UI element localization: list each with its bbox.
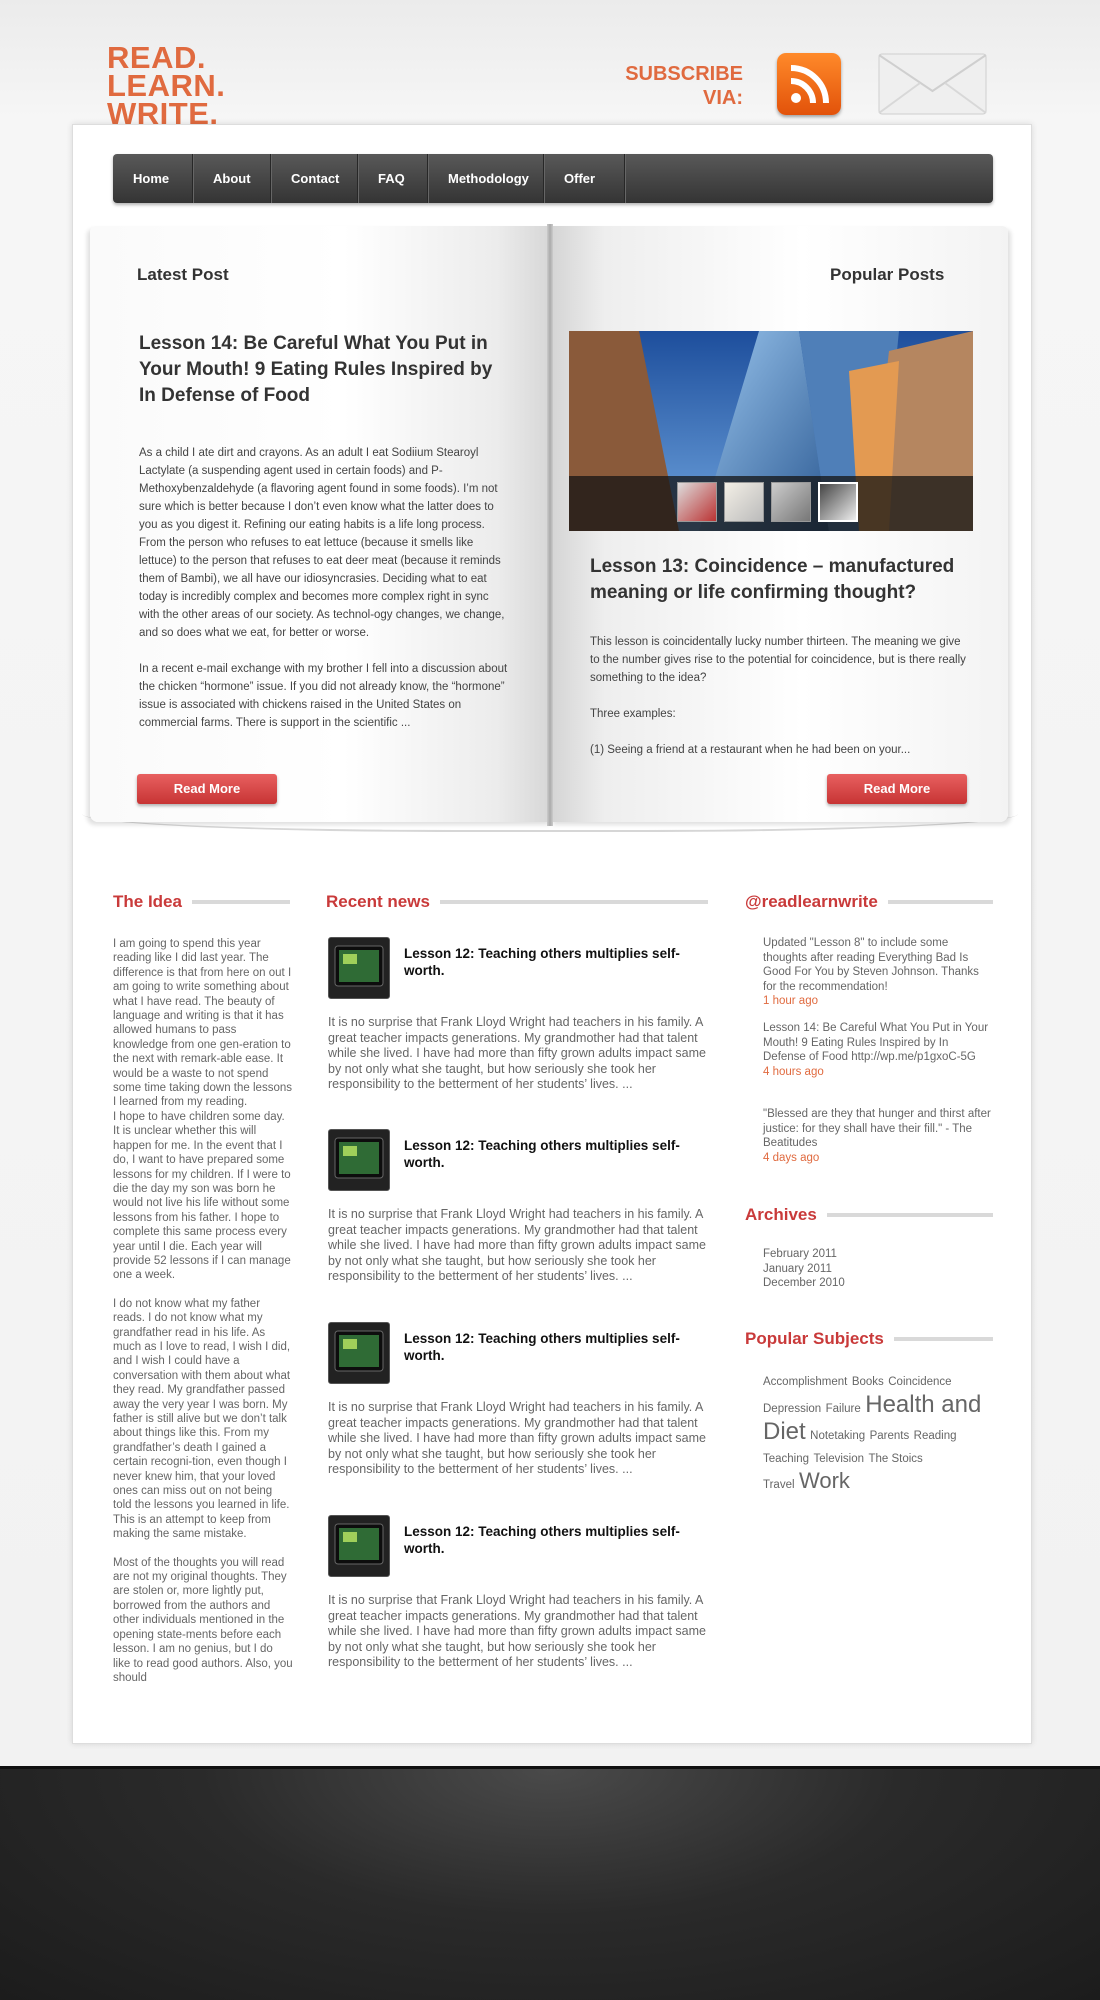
idea-paragraph-1: I am going to spend this year reading li… [113,937,293,1283]
slide-thumb-4[interactable] [818,482,858,522]
email-subscribe-icon[interactable] [878,53,987,115]
popular-post-paragraph-1: This lesson is coincidentally lucky numb… [590,636,966,684]
idea-paragraph-4: Most of the thoughts you will read are n… [113,1556,293,1684]
latest-post-excerpt: As a child I ate dirt and crayons. As an… [139,444,509,750]
site-logo[interactable]: READ. LEARN. WRITE. [107,42,225,129]
nav-offer[interactable]: Offer [544,154,625,203]
nav-about[interactable]: About [193,154,271,203]
tablet-thumbnail[interactable] [328,1129,390,1191]
tablet-thumbnail[interactable] [328,1515,390,1577]
archive-link[interactable]: January 2011 [763,1262,845,1277]
archives-heading-label: Archives [745,1205,817,1224]
tag-link[interactable]: Books [852,1376,884,1388]
idea-p2: I hope to have children some day. It is … [113,1110,291,1282]
archives-list: February 2011 January 2011 December 2010 [763,1247,845,1291]
tweet-time[interactable]: 1 hour ago [763,994,993,1009]
slide-thumb-1[interactable] [677,482,717,522]
popular-subjects-heading: Popular Subjects [745,1329,993,1349]
archives-heading: Archives [745,1205,993,1225]
subscribe-label: SUBSCRIBE VIA: [600,62,743,110]
latest-post-paragraph-1: As a child I ate dirt and crayons. As an… [139,447,505,639]
slide-thumb-3[interactable] [771,482,811,522]
popular-post-excerpt: This lesson is coincidentally lucky numb… [590,633,970,777]
latest-post-heading: Latest Post [137,265,229,284]
news-title[interactable]: Lesson 12: Teaching others multiplies se… [404,1523,704,1557]
book-spine [547,224,553,826]
news-excerpt: It is no surprise that Frank Lloyd Wrigh… [328,1015,706,1091]
tag-link[interactable]: The Stoics [868,1453,922,1465]
tag-link[interactable]: Notetaking [810,1430,865,1442]
tag-link[interactable]: Travel [763,1479,795,1491]
tag-link[interactable]: Failure [826,1403,861,1415]
tag-link[interactable]: Coincidence [888,1376,951,1388]
news-title[interactable]: Lesson 12: Teaching others multiplies se… [404,1330,704,1364]
main-nav: Home About Contact FAQ Methodology Offer [113,154,993,203]
heading-divider [826,1213,993,1217]
tag-link[interactable]: Teaching [763,1453,809,1465]
idea-heading: The Idea [113,892,290,912]
recent-news-heading: Recent news [326,892,708,912]
nav-contact[interactable]: Contact [271,154,358,203]
tweet-text: Lesson 14: Be Careful What You Put in Yo… [763,1022,989,1063]
news-title[interactable]: Lesson 12: Teaching others multiplies se… [404,945,704,979]
archive-link[interactable]: February 2011 [763,1247,845,1262]
twitter-heading: @readlearnwrite [745,892,993,912]
tag-link[interactable]: Parents [870,1430,910,1442]
subscribe-line-2: VIA: [703,87,743,109]
news-excerpt: It is no surprise that Frank Lloyd Wrigh… [328,1593,706,1669]
recent-news-heading-label: Recent news [326,892,430,911]
news-excerpt: It is no surprise that Frank Lloyd Wrigh… [328,1207,706,1283]
latest-post-title[interactable]: Lesson 14: Be Careful What You Put in Yo… [139,331,509,409]
slider-thumbnails [569,476,973,531]
subscribe-line-1: SUBSCRIBE [625,63,743,85]
tweet-time[interactable]: 4 days ago [763,1151,993,1166]
popular-posts-heading: Popular Posts [830,265,945,284]
latest-read-more-button[interactable]: Read More [137,774,277,804]
popular-post-image[interactable] [569,331,973,531]
twitter-heading-label[interactable]: @readlearnwrite [745,892,878,912]
heading-divider [191,900,290,904]
popular-read-more-button[interactable]: Read More [827,774,967,804]
footer [0,1766,1100,2000]
tweet: "Blessed are they that hunger and thirst… [763,1107,993,1165]
tag-cloud: Accomplishment Books Coincidence Depress… [763,1370,983,1496]
popular-post-paragraph-3: (1) Seeing a friend at a restaurant when… [590,744,911,756]
idea-heading-label: The Idea [113,892,182,911]
nav-faq[interactable]: FAQ [358,154,428,203]
popular-post-paragraph-2: Three examples: [590,708,676,720]
tablet-thumbnail[interactable] [328,1322,390,1384]
tag-link[interactable]: Accomplishment [763,1376,847,1388]
tweet-text: Updated "Lesson 8" to include some thoug… [763,937,979,993]
archive-link[interactable]: December 2010 [763,1276,845,1291]
tweet: Updated "Lesson 8" to include some thoug… [763,936,993,1009]
tag-link[interactable]: Reading [914,1430,957,1442]
nav-methodology[interactable]: Methodology [428,154,544,203]
rss-feed-icon[interactable] [777,53,841,115]
tweet-time[interactable]: 4 hours ago [763,1065,993,1080]
heading-divider [887,900,993,904]
news-title[interactable]: Lesson 12: Teaching others multiplies se… [404,1137,704,1171]
idea-paragraph-3: I do not know what my father reads. I do… [113,1297,291,1541]
popular-subjects-heading-label: Popular Subjects [745,1329,884,1348]
tweet-text: "Blessed are they that hunger and thirst… [763,1108,991,1149]
tweet: Lesson 14: Be Careful What You Put in Yo… [763,1021,993,1079]
tag-link[interactable]: Television [814,1453,865,1465]
heading-divider [893,1337,993,1341]
nav-home[interactable]: Home [113,154,193,203]
tag-link[interactable]: Depression [763,1403,821,1415]
heading-divider [439,900,708,904]
news-excerpt: It is no surprise that Frank Lloyd Wrigh… [328,1400,706,1476]
popular-post-title[interactable]: Lesson 13: Coincidence – manufactured me… [590,554,970,606]
tag-link[interactable]: Work [799,1468,850,1493]
tablet-thumbnail[interactable] [328,937,390,999]
latest-post-paragraph-2: In a recent e-mail exchange with my brot… [139,663,508,729]
idea-p1: I am going to spend this year reading li… [113,938,292,1109]
slide-thumb-2[interactable] [724,482,764,522]
idea-text: I am going to spend this year reading li… [113,937,293,1699]
